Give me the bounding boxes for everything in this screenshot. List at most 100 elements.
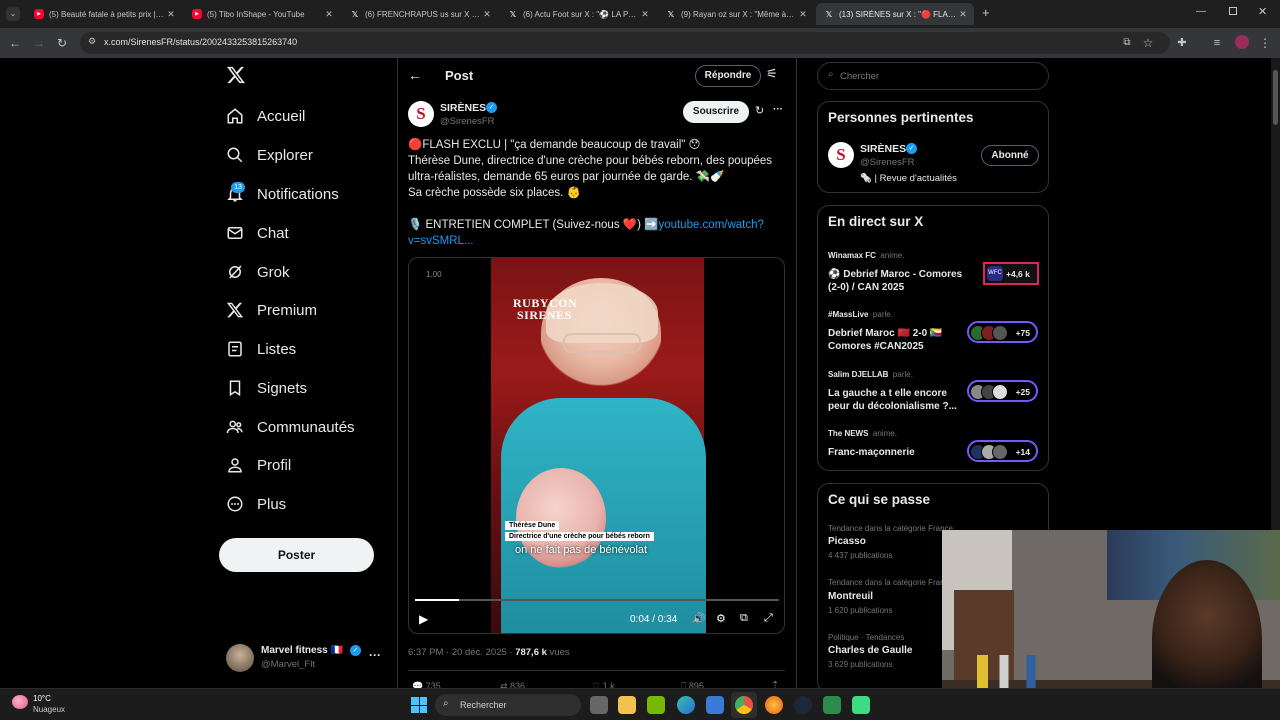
- store-icon[interactable]: [706, 696, 724, 714]
- live-thumbnail[interactable]: WFC +4,6 k: [983, 262, 1039, 285]
- steam-icon[interactable]: [794, 696, 812, 714]
- trend-name[interactable]: Charles de Gaulle: [828, 645, 912, 656]
- nav-item-premium[interactable]: Premium: [226, 296, 317, 324]
- maximize-icon[interactable]: [1229, 7, 1237, 15]
- task-view-icon[interactable]: [590, 696, 608, 714]
- nav-item-explorer[interactable]: Explorer: [226, 141, 313, 169]
- play-icon[interactable]: ▶: [419, 612, 428, 626]
- avatar[interactable]: S: [828, 142, 854, 168]
- fullscreen-icon[interactable]: ⤢: [764, 612, 773, 625]
- host-name: The NEWS: [828, 429, 869, 438]
- settings-icon[interactable]: ⚙: [716, 612, 726, 625]
- live-listeners-pill[interactable]: +75: [967, 321, 1038, 343]
- close-icon[interactable]: ✕: [322, 9, 336, 20]
- browser-tab-2[interactable]: 𝕏 (6) FRENCHRAPUS us sur X : "... ✕: [342, 3, 498, 25]
- live-item[interactable]: The NEWS anime. Franc-maçonnerie: [828, 423, 915, 459]
- menu-icon[interactable]: ⋮: [1256, 34, 1274, 52]
- page-scrollbar[interactable]: [1271, 58, 1280, 530]
- reload-icon[interactable]: ↻: [53, 34, 71, 52]
- back-icon[interactable]: ←: [6, 34, 24, 52]
- site-info-icon[interactable]: ⚙: [88, 36, 96, 47]
- author-name[interactable]: SIRÈNES: [440, 102, 486, 114]
- search-input[interactable]: ⌕ Chercher: [817, 62, 1049, 90]
- address-bar[interactable]: ⚙ x.com/SirenesFR/status/200243325381526…: [80, 32, 1170, 54]
- grok-icon[interactable]: ↻: [755, 104, 764, 117]
- live-item[interactable]: Salim DJELLAB parle. La gauche a t elle …: [828, 364, 957, 413]
- nav-item-communautes[interactable]: Communautés: [226, 413, 355, 441]
- youtube-link[interactable]: youtube.com/watch?: [658, 219, 763, 231]
- close-icon[interactable]: ✕: [796, 9, 810, 20]
- browser-tab-4[interactable]: 𝕏 (9) Rayan oz sur X : "Même à la... ✕: [658, 3, 814, 25]
- weather-icon[interactable]: [12, 695, 28, 709]
- extensions-icon[interactable]: ✚: [1173, 34, 1191, 52]
- install-app-icon[interactable]: ⧉: [1118, 34, 1136, 52]
- live-listeners-pill[interactable]: +25: [967, 380, 1038, 402]
- nav-item-listes[interactable]: Listes: [226, 335, 296, 363]
- browser-tab-3[interactable]: 𝕏 (6) Actu Foot sur X : "⚽ LA PL... ✕: [500, 3, 656, 25]
- live-listeners-pill[interactable]: +14: [967, 440, 1038, 462]
- home-icon: [227, 108, 243, 124]
- live-item-title: Comores #CAN2025: [828, 341, 924, 352]
- nav-item-accueil[interactable]: Accueil: [226, 102, 305, 130]
- account-handle: @Marvel_Flt: [261, 659, 315, 670]
- tab-search-icon[interactable]: ⌄: [6, 7, 20, 21]
- bookmark-star-icon[interactable]: ☆: [1139, 34, 1157, 52]
- nvidia-icon[interactable]: [647, 696, 665, 714]
- reading-list-icon[interactable]: ≡: [1208, 34, 1226, 52]
- video-progress-track[interactable]: [415, 599, 779, 601]
- scrollbar-thumb[interactable]: [1273, 70, 1278, 125]
- nav-item-plus[interactable]: Plus: [226, 490, 286, 518]
- tab-title: (13) SIRÈNES sur X : "🔴 FLASH...: [839, 9, 956, 19]
- browser-tab-0[interactable]: ▶ (5) Beauté fatale à petits prix | ... …: [26, 3, 182, 25]
- relevant-name[interactable]: SIRÈNES: [860, 143, 906, 155]
- back-arrow-icon[interactable]: ←: [408, 67, 422, 83]
- profile-avatar[interactable]: [1235, 35, 1249, 49]
- app-icon[interactable]: [823, 696, 841, 714]
- listener-avatar: [992, 325, 1008, 341]
- account-switcher[interactable]: Marvel fitness 🇫🇷 ✓ @Marvel_Flt ···: [226, 642, 386, 674]
- subscribe-button[interactable]: Souscrire: [683, 101, 749, 123]
- sliders-icon[interactable]: ⚟: [766, 66, 778, 82]
- youtube-link-cont[interactable]: v=svSMRL...: [408, 233, 474, 249]
- minimize-icon[interactable]: —: [1196, 6, 1206, 17]
- android-icon[interactable]: [852, 696, 870, 714]
- trend-name[interactable]: Picasso: [828, 536, 866, 547]
- host-activity: anime.: [880, 251, 905, 260]
- browser-tab-5-active[interactable]: 𝕏 (13) SIRÈNES sur X : "🔴 FLASH... ✕: [816, 3, 974, 25]
- nav-item-chat[interactable]: Chat: [226, 219, 289, 247]
- firefox-icon[interactable]: [765, 696, 783, 714]
- trend-name[interactable]: Montreuil: [828, 591, 873, 602]
- volume-icon[interactable]: 🔊: [692, 612, 706, 625]
- file-explorer-icon[interactable]: [618, 696, 636, 714]
- author-handle[interactable]: @SirenesFR: [440, 116, 495, 127]
- browser-tab-1[interactable]: ▶ (5) Tibo InShape - YouTube ✕: [184, 3, 340, 25]
- close-icon[interactable]: ✕: [638, 9, 652, 20]
- forward-icon[interactable]: →: [30, 34, 48, 52]
- live-item[interactable]: #MassLive parle. Debrief Maroc 🇲🇦 2-0 🇰🇲…: [828, 304, 942, 353]
- live-item[interactable]: Winamax FC anime. ⚽ Debrief Maroc - Como…: [828, 245, 962, 294]
- post-timestamp[interactable]: 6:37 PM · 20 déc. 2025 ·: [408, 647, 515, 658]
- nav-item-profil[interactable]: Profil: [226, 451, 291, 479]
- new-tab-icon[interactable]: +: [982, 5, 990, 20]
- pip-icon[interactable]: ⧉: [740, 612, 748, 625]
- taskbar-search[interactable]: ⌕ Rechercher: [435, 694, 581, 716]
- more-dots-icon[interactable]: ···: [369, 648, 381, 662]
- post-meta: 6:37 PM · 20 déc. 2025 · 787,6 k vues: [408, 647, 570, 658]
- nav-item-grok[interactable]: Grok: [226, 258, 290, 286]
- edge-icon[interactable]: [677, 696, 695, 714]
- x-logo-icon[interactable]: [226, 65, 248, 87]
- live-host-line: Winamax FC anime.: [828, 245, 962, 263]
- start-icon[interactable]: [411, 697, 427, 713]
- nav-item-signets[interactable]: Signets: [226, 374, 307, 402]
- reply-button[interactable]: Répondre: [695, 65, 761, 87]
- more-dots-icon[interactable]: ···: [773, 104, 783, 115]
- close-icon[interactable]: ✕: [956, 9, 970, 20]
- close-window-icon[interactable]: ✕: [1258, 5, 1267, 18]
- browser-toolbar: ← → ↻ ⚙ x.com/SirenesFR/status/200243325…: [0, 28, 1280, 58]
- follow-button[interactable]: Abonné: [981, 145, 1039, 166]
- close-icon[interactable]: ✕: [480, 9, 494, 20]
- author-avatar[interactable]: S: [408, 101, 434, 127]
- video-player[interactable]: 1.00 RUBYCON SIRENES Thérèse Dune Direct…: [408, 257, 785, 634]
- post-button[interactable]: Poster: [219, 538, 374, 572]
- close-icon[interactable]: ✕: [164, 9, 178, 20]
